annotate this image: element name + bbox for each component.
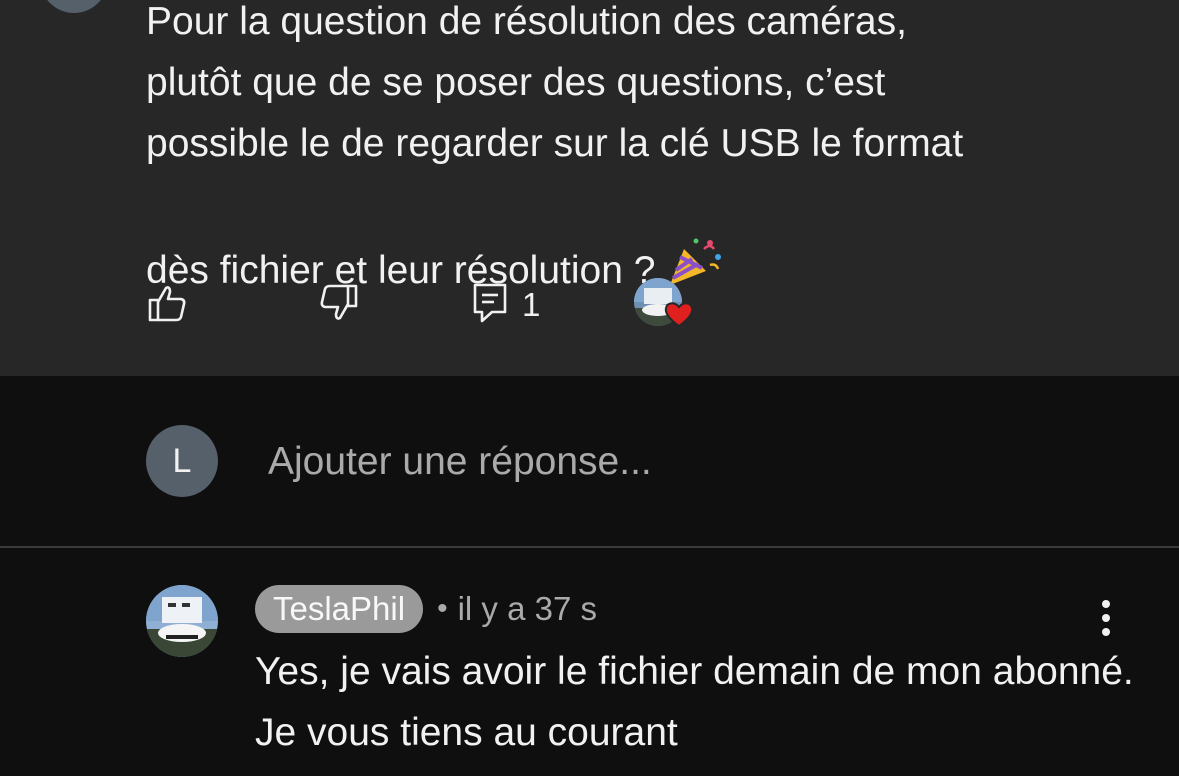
- heart-icon: [664, 300, 694, 333]
- meta-separator: •: [437, 592, 448, 625]
- comments-page: Pour la question de résolution des camér…: [0, 0, 1179, 776]
- comment-line: Pour la question de résolution des camér…: [146, 0, 907, 43]
- comment-actions: 1: [146, 278, 746, 332]
- comment-body: Pour la question de résolution des camér…: [146, 0, 1106, 307]
- thumbs-up-icon: [146, 282, 188, 329]
- highlighted-comment: Pour la question de résolution des camér…: [0, 0, 1179, 376]
- dislike-button[interactable]: [318, 282, 360, 328]
- replies-button[interactable]: 1: [472, 282, 540, 328]
- author-row: TeslaPhil • il y a 37 s: [255, 585, 597, 633]
- reply-timestamp: il y a 37 s: [457, 590, 597, 627]
- reply-input[interactable]: [266, 436, 1070, 488]
- comment-line: possible le de regarder sur la clé USB l…: [146, 122, 964, 165]
- reply-comment: TeslaPhil • il y a 37 s Yes, je vais avo…: [0, 548, 1179, 776]
- thumbs-down-icon: [318, 282, 360, 329]
- creator-heart: [634, 278, 698, 334]
- author-avatar[interactable]: [146, 585, 218, 657]
- add-reply-row: L: [0, 376, 1179, 546]
- comment-line: plutôt que de se poser des questions, c’…: [146, 61, 886, 104]
- commenter-avatar[interactable]: [40, 0, 108, 13]
- reply-body: Yes, je vais avoir le fichier demain de …: [255, 650, 1134, 754]
- user-avatar[interactable]: L: [146, 425, 218, 497]
- author-name-chip[interactable]: TeslaPhil: [255, 585, 424, 633]
- more-options-button[interactable]: [1090, 599, 1122, 642]
- vertical-dots-icon: [1101, 599, 1111, 642]
- reply-count: 1: [522, 286, 541, 323]
- like-button[interactable]: [146, 282, 188, 328]
- comment-bubble-icon: [472, 282, 508, 329]
